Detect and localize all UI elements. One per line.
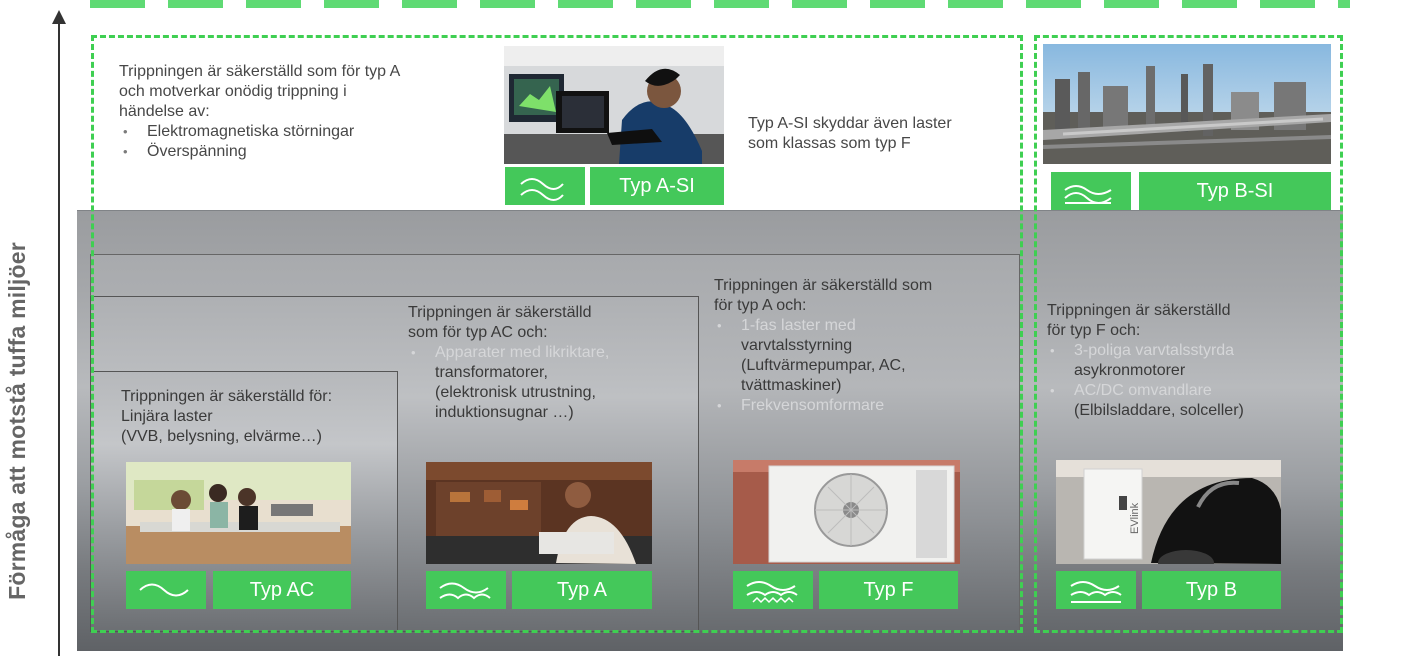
office-desk-image (426, 462, 652, 564)
ev-charger-photo: EVlink (1056, 460, 1281, 564)
ac-wave-icon (139, 583, 189, 597)
industrial-plant-image (1043, 44, 1331, 164)
y-axis-label: Förmåga att motstå tuffa miljöer (4, 242, 30, 600)
card-ac-line: Trippningen är säkerställd för: (121, 388, 333, 405)
smooth-dc-wave-badge (1051, 172, 1131, 210)
card-a-continuation: transformatorer, (435, 364, 548, 381)
card-a-continuation: induktionsugnar …) (435, 404, 574, 421)
ev-charger-logo: EVlink (1129, 502, 1141, 534)
y-axis-line (58, 20, 60, 656)
card-a-description: Trippningen är säkerställd som för typ A… (408, 303, 698, 423)
typ-a-si-side-note: Typ A-SI skyddar även laster som klassas… (748, 114, 1028, 154)
card-ac-line: (VVB, belysning, elvärme…) (121, 428, 322, 445)
card-f-continuation: tvättmaskiner) (741, 377, 842, 394)
card-a-continuation: (elektronisk utrustning, (435, 384, 596, 401)
pulsating-dc-icon (439, 582, 491, 600)
rcd-type-comparison-slide: Förmåga att motstå tuffa miljöer Trippni… (0, 0, 1408, 660)
pulsating-dc-wave-badge (426, 571, 506, 609)
card-a-line: som för typ AC och: (408, 324, 548, 341)
card-ac-line: Linjära laster (121, 408, 213, 425)
top-left-intro-line: händelse av: (119, 103, 210, 120)
mixed-frequency-wave-badge (733, 571, 813, 609)
office-worker-photo (504, 46, 724, 164)
card-f-continuation: (Luftvärmepumpar, AC, (741, 357, 906, 374)
top-left-description: Trippningen är säkerställd som för typ A… (119, 62, 499, 162)
top-left-intro-line: Trippningen är säkerställd som för typ A (119, 63, 401, 80)
card-a-line: Trippningen är säkerställd (408, 304, 592, 321)
badge-typ-f: Typ F (819, 571, 958, 609)
card-f-line: Trippningen är säkerställd som (714, 277, 933, 294)
card-b-bullet: 3-poliga varvtalsstyrda (1047, 341, 1317, 361)
dc-smooth-wave-badge (1056, 571, 1136, 609)
dc-smooth-wave-icon (1070, 581, 1122, 603)
smooth-dc-wave-icon (1064, 185, 1112, 204)
card-b-description: Trippningen är säkerställd för typ F och… (1047, 301, 1317, 421)
top-left-bullet: Elektromagnetiska störningar (119, 122, 499, 142)
side-note-line: som klassas som typ F (748, 135, 911, 152)
badge-typ-a: Typ A (512, 571, 652, 609)
card-b-line: Trippningen är säkerställd (1047, 302, 1231, 319)
air-conditioner-photo (733, 460, 960, 564)
sine-wave-icon (520, 178, 564, 201)
badge-typ-b-si: Typ B-SI (1139, 172, 1331, 210)
kitchen-image (126, 462, 351, 564)
ac-wave-badge (126, 571, 206, 609)
card-f-description: Trippningen är säkerställd som för typ A… (714, 276, 1014, 416)
badge-typ-b: Typ B (1142, 571, 1281, 609)
sinusoidal-wave-badge (505, 167, 585, 205)
side-note-line: Typ A-SI skyddar även laster (748, 115, 952, 132)
top-left-bullet: Överspänning (119, 142, 499, 162)
card-ac-description: Trippningen är säkerställd för: Linjära … (121, 387, 411, 447)
card-f-bullet: Frekvensomformare (714, 396, 1014, 416)
card-a-bullet: Apparater med likriktare, (408, 343, 698, 363)
mixed-frequency-icon (746, 581, 798, 604)
kitchen-photo (126, 462, 351, 564)
card-b-bullet: AC/DC omvandlare (1047, 381, 1317, 401)
card-b-continuation: (Elbilsladdare, solceller) (1074, 402, 1244, 419)
office-desk-photo (426, 462, 652, 564)
ev-charger-image: EVlink (1056, 460, 1281, 564)
top-green-strip (90, 0, 1350, 8)
industrial-plant-photo (1043, 44, 1331, 164)
top-left-intro-line: och motverkar onödig trippning i (119, 83, 347, 100)
card-f-continuation: varvtalsstyrning (741, 337, 853, 354)
card-f-bullet: 1-fas laster med (714, 316, 1014, 336)
badge-typ-a-si: Typ A-SI (590, 167, 724, 205)
card-f-line: för typ A och: (714, 297, 807, 314)
badge-typ-ac: Typ AC (213, 571, 351, 609)
air-conditioner-image (733, 460, 960, 564)
card-b-line: för typ F och: (1047, 322, 1141, 339)
card-b-continuation: asykronmotorer (1074, 362, 1186, 379)
office-worker-image (504, 46, 724, 164)
